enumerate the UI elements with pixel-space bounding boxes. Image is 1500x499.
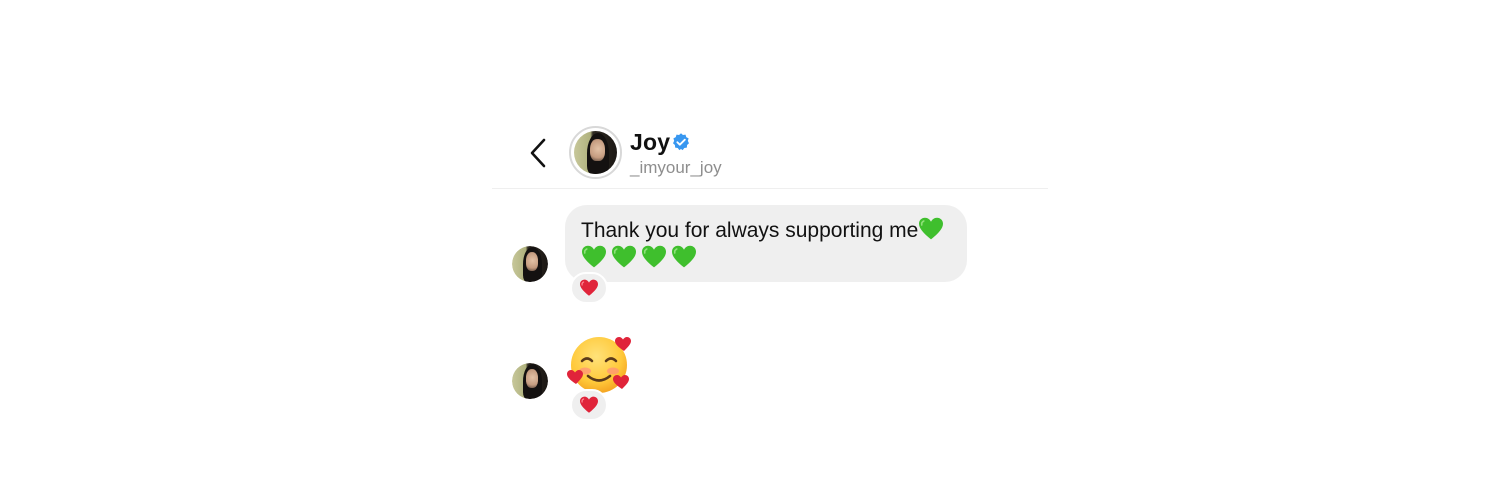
sender-avatar[interactable] <box>512 363 548 399</box>
back-button[interactable] <box>524 136 552 170</box>
chat-screen: Joy _imyour_joy Thank you for always sup… <box>0 0 1500 499</box>
header-divider <box>492 188 1048 189</box>
message-bubble[interactable]: Thank you for always supporting me <box>565 205 967 282</box>
message-reaction[interactable] <box>570 389 608 421</box>
green-heart-icon <box>642 245 666 268</box>
avatar-photo <box>512 246 548 282</box>
message-text: Thank you for always supporting me <box>581 219 919 242</box>
red-heart-icon <box>580 396 598 413</box>
smiling-face-with-hearts-icon[interactable] <box>566 332 636 396</box>
message-reaction[interactable] <box>570 272 608 304</box>
chevron-left-icon <box>530 138 546 168</box>
sender-avatar[interactable] <box>512 246 548 282</box>
red-heart-icon <box>580 279 598 296</box>
contact-handle: _imyour_joy <box>630 158 722 177</box>
green-hearts-row <box>581 245 951 269</box>
green-heart-icon <box>612 245 636 268</box>
avatar-photo <box>512 363 548 399</box>
profile-avatar[interactable] <box>569 126 622 179</box>
avatar-photo <box>574 131 617 174</box>
green-heart-icon <box>919 217 944 240</box>
verified-badge-icon <box>673 133 689 151</box>
contact-name[interactable]: Joy <box>630 129 670 156</box>
green-heart-icon <box>672 245 696 268</box>
green-heart-icon <box>582 245 606 268</box>
